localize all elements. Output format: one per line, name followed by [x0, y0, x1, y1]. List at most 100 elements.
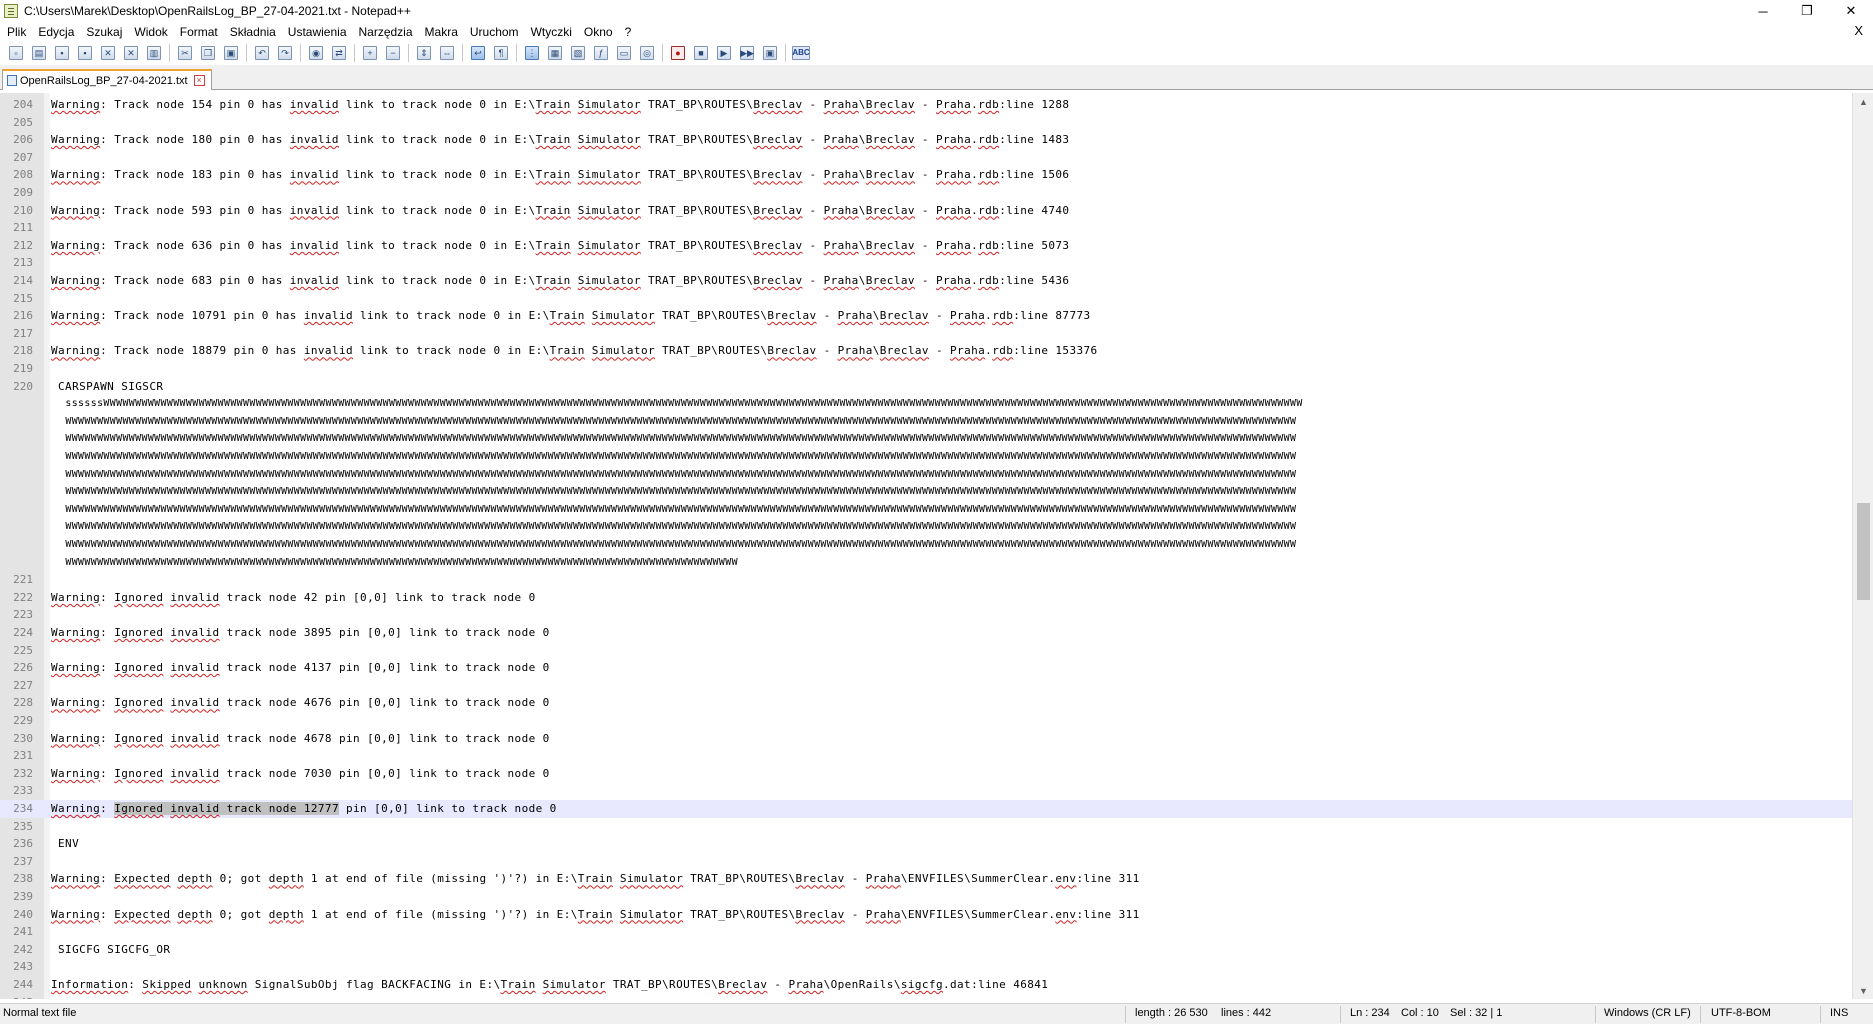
menu-uruchom[interactable]: Uruchom: [464, 25, 525, 39]
scrollbar-thumb[interactable]: [1857, 503, 1870, 600]
text-line[interactable]: 208 Warning: Track node 183 pin 0 has inv…: [0, 166, 1852, 184]
line-number[interactable]: 236: [0, 835, 33, 853]
zoom-in-button[interactable]: +: [360, 43, 380, 63]
text-line[interactable]: WWWWWWWWWWWWWWWWWWWWWWWWWWWWWWWWWWWWWWWW…: [0, 554, 1852, 572]
text-line[interactable]: 228 Warning: Ignored invalid track node 4…: [0, 694, 1852, 712]
tab-close-icon[interactable]: ×: [193, 75, 205, 86]
line-number[interactable]: 219: [0, 360, 33, 378]
line-number[interactable]: 216: [0, 307, 33, 325]
text-line[interactable]: WWWWWWWWWWWWWWWWWWWWWWWWWWWWWWWWWWWWWWWW…: [0, 413, 1852, 431]
notepadpp-app-icon[interactable]: [4, 4, 18, 18]
menu-wtyczki[interactable]: Wtyczki: [525, 25, 578, 39]
text-line[interactable]: 219: [0, 360, 1852, 378]
open-file-button[interactable]: ▤: [29, 43, 49, 63]
line-number[interactable]: 224: [0, 624, 33, 642]
line-number[interactable]: 221: [0, 571, 33, 589]
line-number[interactable]: 235: [0, 818, 33, 836]
print-button[interactable]: ▥: [144, 43, 164, 63]
text-line[interactable]: 215: [0, 290, 1852, 308]
line-number[interactable]: 227: [0, 677, 33, 695]
menu-plik[interactable]: Plik: [0, 25, 32, 39]
line-number[interactable]: 228: [0, 694, 33, 712]
indent-guide-button[interactable]: ⋮: [522, 43, 542, 63]
menu-format[interactable]: Format: [174, 25, 224, 39]
text-line[interactable]: 212 Warning: Track node 636 pin 0 has inv…: [0, 237, 1852, 255]
text-line[interactable]: 232 Warning: Ignored invalid track node 7…: [0, 765, 1852, 783]
menu-help[interactable]: ?: [619, 25, 638, 39]
save-button[interactable]: ▪: [52, 43, 72, 63]
text-line[interactable]: 245: [0, 994, 1852, 999]
editor-area[interactable]: 204 Warning: Track node 154 pin 0 has inv…: [0, 93, 1873, 999]
text-line[interactable]: 207: [0, 149, 1852, 167]
text-line[interactable]: WWWWWWWWWWWWWWWWWWWWWWWWWWWWWWWWWWWWWWWW…: [0, 536, 1852, 554]
text-line[interactable]: 225: [0, 642, 1852, 660]
text-line[interactable]: 204 Warning: Track node 154 pin 0 has inv…: [0, 96, 1852, 114]
zoom-out-button[interactable]: −: [383, 43, 403, 63]
menu-makra[interactable]: Makra: [419, 25, 464, 39]
line-number[interactable]: 244: [0, 976, 33, 994]
text-line[interactable]: 217: [0, 325, 1852, 343]
text-line[interactable]: 214 Warning: Track node 683 pin 0 has inv…: [0, 272, 1852, 290]
line-number[interactable]: 212: [0, 237, 33, 255]
stop-macro-button[interactable]: ■: [691, 43, 711, 63]
line-number[interactable]: 226: [0, 659, 33, 677]
text-line[interactable]: 229: [0, 712, 1852, 730]
text-line[interactable]: WWWWWWWWWWWWWWWWWWWWWWWWWWWWWWWWWWWWWWWW…: [0, 430, 1852, 448]
text-line[interactable]: 233: [0, 782, 1852, 800]
play-macro-button[interactable]: ▶: [714, 43, 734, 63]
text-line[interactable]: 206 Warning: Track node 180 pin 0 has inv…: [0, 131, 1852, 149]
text-line[interactable]: 238 Warning: Expected depth 0; got depth …: [0, 870, 1852, 888]
menu-narzedzia[interactable]: Narzędzia: [353, 25, 419, 39]
line-number[interactable]: 242: [0, 941, 33, 959]
menu-edycja[interactable]: Edycja: [32, 25, 80, 39]
paste-button[interactable]: ▣: [221, 43, 241, 63]
line-number[interactable]: 222: [0, 589, 33, 607]
line-number[interactable]: 210: [0, 202, 33, 220]
function-list-button[interactable]: ƒ: [591, 43, 611, 63]
text-line[interactable]: ssssssWWWWWWWWWWWWWWWWWWWWWWWWWWWWWWWWWW…: [0, 395, 1852, 413]
redo-button[interactable]: ↷: [275, 43, 295, 63]
text-line[interactable]: 221: [0, 571, 1852, 589]
show-all-chars-button[interactable]: ¶: [491, 43, 511, 63]
sync-vertical-button[interactable]: ⇕: [414, 43, 434, 63]
text-line[interactable]: 237: [0, 853, 1852, 871]
close-window-button[interactable]: ✕: [1829, 0, 1873, 22]
text-line[interactable]: 213: [0, 254, 1852, 272]
line-number[interactable]: 234: [0, 800, 33, 818]
vertical-scrollbar[interactable]: ▲ ▼: [1852, 93, 1873, 999]
sync-horizontal-button[interactable]: ⇔: [437, 43, 457, 63]
text-line[interactable]: 205: [0, 114, 1852, 132]
line-number[interactable]: 213: [0, 254, 33, 272]
line-number[interactable]: 215: [0, 290, 33, 308]
line-number[interactable]: 232: [0, 765, 33, 783]
text-line[interactable]: WWWWWWWWWWWWWWWWWWWWWWWWWWWWWWWWWWWWWWWW…: [0, 448, 1852, 466]
menu-okno[interactable]: Okno: [578, 25, 619, 39]
folder-workspace-button[interactable]: ▭: [614, 43, 634, 63]
line-number[interactable]: 211: [0, 219, 33, 237]
line-number[interactable]: 220: [0, 378, 33, 396]
line-number[interactable]: 218: [0, 342, 33, 360]
text-line[interactable]: 209: [0, 184, 1852, 202]
line-number[interactable]: 214: [0, 272, 33, 290]
text-line[interactable]: WWWWWWWWWWWWWWWWWWWWWWWWWWWWWWWWWWWWWWWW…: [0, 501, 1852, 519]
copy-button[interactable]: ❐: [198, 43, 218, 63]
status-encoding[interactable]: UTF-8-BOM: [1711, 1007, 1771, 1019]
monitoring-button[interactable]: ◎: [637, 43, 657, 63]
line-number[interactable]: 243: [0, 958, 33, 976]
text-line[interactable]: 226 Warning: Ignored invalid track node 4…: [0, 659, 1852, 677]
text-line[interactable]: 243: [0, 958, 1852, 976]
line-number[interactable]: 205: [0, 114, 33, 132]
text-line[interactable]: 235: [0, 818, 1852, 836]
line-number[interactable]: 217: [0, 325, 33, 343]
text-line[interactable]: WWWWWWWWWWWWWWWWWWWWWWWWWWWWWWWWWWWWWWWW…: [0, 466, 1852, 484]
line-number[interactable]: 204: [0, 96, 33, 114]
replace-button[interactable]: ⇄: [329, 43, 349, 63]
line-number[interactable]: 241: [0, 923, 33, 941]
text-line[interactable]: 240 Warning: Expected depth 0; got depth …: [0, 906, 1852, 924]
text-line[interactable]: 210 Warning: Track node 593 pin 0 has inv…: [0, 202, 1852, 220]
text-line[interactable]: 239: [0, 888, 1852, 906]
text-line[interactable]: 220 CARSPAWN SIGSCR: [0, 378, 1852, 396]
menu-szukaj[interactable]: Szukaj: [80, 25, 128, 39]
doc-map-button[interactable]: ▧: [568, 43, 588, 63]
record-macro-button[interactable]: ●: [668, 43, 688, 63]
